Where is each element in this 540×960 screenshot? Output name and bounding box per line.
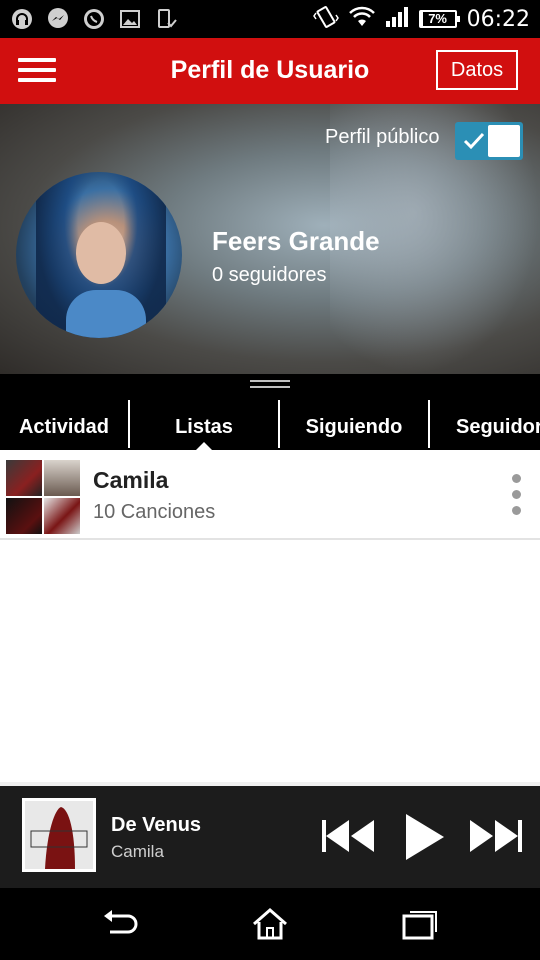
- avatar[interactable]: [16, 172, 182, 338]
- home-icon[interactable]: [250, 906, 290, 942]
- play-icon[interactable]: [402, 812, 446, 862]
- avatar-face: [76, 222, 126, 284]
- battery-text: 7%: [428, 11, 447, 26]
- messenger-icon: [46, 7, 70, 31]
- tab-siguiendo[interactable]: Siguiendo: [280, 400, 428, 450]
- avatar-shirt: [66, 290, 146, 338]
- app-bar: Perfil de Usuario Datos: [0, 38, 540, 104]
- now-playing-title: De Venus: [111, 814, 202, 836]
- phone-check-icon: [154, 7, 178, 31]
- cover-tile: [6, 498, 42, 534]
- handle-line: [250, 386, 290, 388]
- now-playing-artist: Camila: [111, 842, 164, 861]
- more-options-icon[interactable]: [506, 474, 526, 520]
- playlist-item[interactable]: Camila 10 Canciones: [0, 450, 540, 540]
- now-playing-bar[interactable]: De Venus Camila: [0, 782, 540, 888]
- public-profile-label: Perfil público: [325, 126, 440, 148]
- datos-button[interactable]: Datos: [436, 50, 518, 90]
- profile-header: Perfil público Feers Grande 0 seguidores: [0, 104, 540, 374]
- drag-handle[interactable]: [250, 380, 290, 390]
- vibrate-icon: [312, 5, 339, 34]
- clock: 06:22: [466, 6, 530, 32]
- whatsapp-icon: [82, 7, 106, 31]
- playlist-cover: [6, 460, 80, 534]
- cover-tile: [6, 460, 42, 496]
- now-playing-cover[interactable]: [22, 798, 96, 872]
- signal-icon: [385, 6, 409, 33]
- system-nav-bar: [0, 888, 540, 960]
- active-tab-indicator: [196, 442, 212, 450]
- image-icon: [118, 7, 142, 31]
- handle-line: [250, 380, 290, 382]
- cover-tile: [44, 460, 80, 496]
- public-profile-toggle[interactable]: [455, 122, 523, 160]
- tab-bar: Actividad Listas Siguiendo Seguidores: [0, 374, 540, 450]
- cover-tile: [44, 498, 80, 534]
- dot: [511, 506, 521, 515]
- cover-art-icon: [25, 801, 93, 869]
- dot: [511, 490, 521, 499]
- back-icon[interactable]: [100, 906, 140, 942]
- wifi-icon: [348, 6, 375, 33]
- tab-seguidores[interactable]: Seguidores: [430, 400, 540, 450]
- playlist-song-count: 10 Canciones: [93, 501, 216, 523]
- playlist-title: Camila: [93, 467, 169, 493]
- status-bar: 7% 06:22: [0, 0, 540, 38]
- next-icon[interactable]: [468, 818, 524, 854]
- recent-apps-icon[interactable]: [400, 906, 440, 942]
- tab-actividad[interactable]: Actividad: [0, 400, 128, 450]
- toggle-knob: [488, 125, 520, 157]
- dot: [511, 474, 521, 483]
- headset-icon: [10, 7, 34, 31]
- check-icon: [463, 132, 485, 150]
- followers-count[interactable]: 0 seguidores: [212, 264, 327, 287]
- user-name: Feers Grande: [212, 226, 380, 256]
- previous-icon[interactable]: [320, 818, 376, 854]
- battery-icon: 7%: [418, 10, 460, 28]
